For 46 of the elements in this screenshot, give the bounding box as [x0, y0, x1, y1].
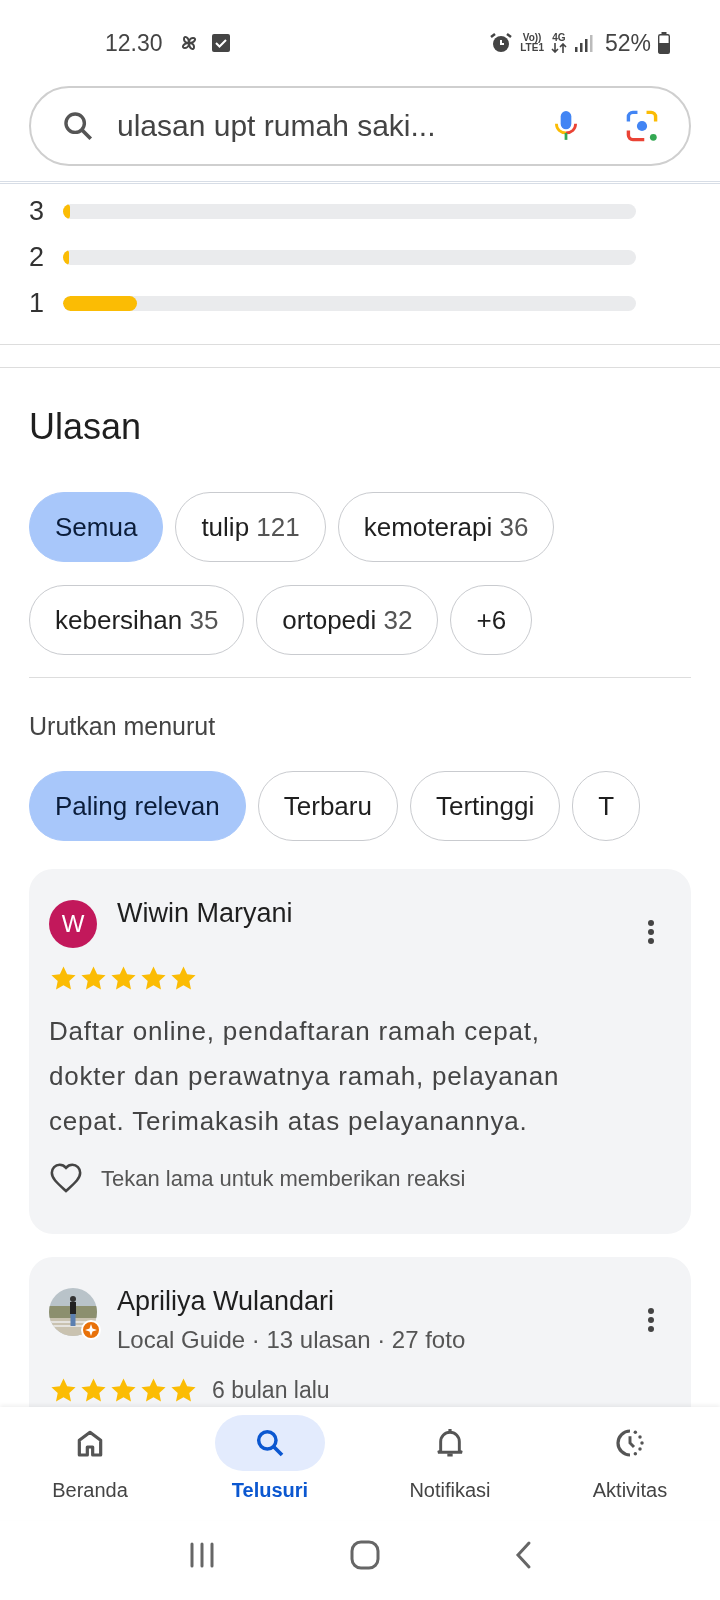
star-level-label: 1: [29, 287, 46, 319]
nav-tab[interactable]: Beranda: [52, 1479, 128, 1502]
sort-chip[interactable]: Terbaru: [257, 771, 398, 841]
topic-chip[interactable]: +6: [450, 585, 533, 655]
star-level-label: 2: [29, 241, 46, 273]
nav-tab[interactable]: Aktivitas: [592, 1479, 668, 1502]
bell-icon[interactable]: [434, 1427, 466, 1459]
topic-chip[interactable]: Semua: [29, 492, 164, 562]
battery-percent: 52%: [604, 29, 651, 57]
data-arrows-icon: [550, 43, 567, 53]
reviewer-info: Local Guide · 13 ulasan · 27 foto: [117, 1325, 467, 1355]
reviewer-name: Wiwin Maryani: [117, 897, 294, 930]
section-title: Ulasan: [29, 406, 143, 449]
clock-time: 12.30: [105, 29, 163, 57]
nav-tab[interactable]: Notifikasi: [409, 1479, 491, 1502]
sort-chip[interactable]: Tertinggi: [409, 771, 561, 841]
camera-lens-icon[interactable]: [625, 109, 659, 143]
lte-label: LTE1: [520, 43, 544, 53]
sort-label: Urutkan menurut: [29, 712, 217, 741]
search-field[interactable]: ulasan upt rumah saki...: [29, 86, 691, 166]
topic-chip[interactable]: ortopedi 32: [256, 585, 439, 655]
reviewer-name: Apriliya Wulandari: [117, 1285, 336, 1318]
sort-chip[interactable]: T: [572, 771, 641, 841]
nav-tab[interactable]: Telusuri: [231, 1479, 309, 1502]
search-icon[interactable]: [254, 1427, 286, 1459]
topic-chip[interactable]: kemoterapi 36: [337, 492, 555, 562]
review-date: 6 bulan lalu: [212, 1377, 330, 1404]
alarm-icon: [489, 31, 514, 55]
topic-chip[interactable]: tulip 121: [175, 492, 326, 562]
sort-chip[interactable]: Paling relevan: [29, 771, 246, 841]
more-options-icon[interactable]: [647, 920, 655, 944]
network-label: 4G: [552, 33, 566, 43]
search-icon: [61, 109, 95, 143]
avatar: W: [49, 900, 97, 948]
volte-label: Vo)): [522, 33, 542, 43]
home-button-icon[interactable]: [350, 1540, 380, 1570]
microphone-icon[interactable]: [553, 110, 579, 142]
signal-icon: [573, 33, 594, 53]
checkbox-icon: [210, 33, 231, 53]
battery-icon: [658, 32, 670, 54]
review-text: Daftar online, pendaftaran ramah cepat, dokter dan perawatnya ramah, pelayanan cepat. Terimakasih atas pelayanannya.: [49, 1015, 561, 1138]
clock-icon[interactable]: [614, 1427, 646, 1459]
reaction-hint: Tekan lama untuk memberikan reaksi: [101, 1166, 466, 1192]
more-options-icon[interactable]: [647, 1308, 655, 1332]
star-level-label: 3: [29, 195, 46, 227]
topic-chip[interactable]: kebersihan 35: [29, 585, 245, 655]
